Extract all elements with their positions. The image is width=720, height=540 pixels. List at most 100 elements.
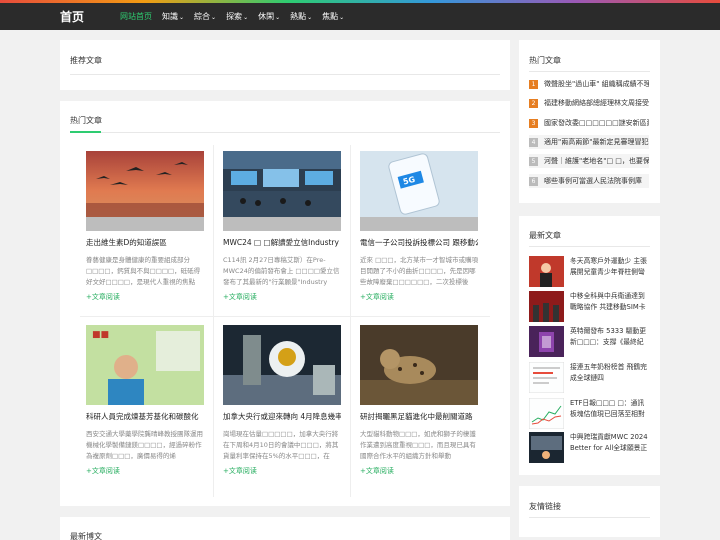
hot-item-text[interactable]: 國家發改委□□□□□□謎安新區建設項目 <box>544 118 649 128</box>
rank-badge: 3 <box>529 118 538 128</box>
read-more-link[interactable]: +文章阅读 <box>360 466 478 476</box>
site-logo[interactable]: 首页 <box>60 8 84 25</box>
birds-sunset-image <box>86 151 204 231</box>
article-thumbnail[interactable] <box>223 151 341 231</box>
chevron-down-icon: ⌄ <box>339 14 345 21</box>
hot-list-item[interactable]: 3 國家發改委□□□□□□謎安新區建設項目 <box>529 117 649 129</box>
article-desc: C114訊 2月27日專稿艾斯）在Pre-MWC24的偏前發布會上 □□□□愛立… <box>223 256 340 286</box>
hot-list-item[interactable]: 6 哪些事例可當選人民法院事例庫 <box>529 175 649 187</box>
stage-red-thumbnail[interactable] <box>529 291 564 322</box>
read-more-link[interactable]: +文章阅读 <box>86 292 204 302</box>
new-article-item[interactable]: 中興跨瑞貢獻MWC 2024 Better for All全球願景正 <box>529 432 649 463</box>
article-card[interactable]: MWC24 □ □解讀愛立信Industry Connect C114訊 2月2… <box>223 151 341 302</box>
new-article-title[interactable]: 中興跨瑞貢獻MWC 2024 Better for All全球願景正 <box>570 432 650 454</box>
article-desc: 大型貓科動物□□□，如虎和獅子的棲護作業遭到高度重視□□□，而且現已具有國際合作… <box>360 430 476 460</box>
nav-label: 熱點 <box>290 12 307 21</box>
divider <box>350 145 351 497</box>
rank-badge: 4 <box>529 137 538 147</box>
badge-portrait-image: ■■ <box>86 325 204 405</box>
nav-item-hotspot[interactable]: 熱點⌄ <box>290 3 312 30</box>
site-header: 首页 网站首页 知識⌄ 綜合⌄ 探索⌄ 休閑⌄ 熱點⌄ 焦點⌄ <box>0 3 720 30</box>
nav-label: 焦點 <box>322 12 339 21</box>
chevron-down-icon: ⌄ <box>179 14 185 21</box>
main-nav: 网站首页 知識⌄ 綜合⌄ 探索⌄ 休閑⌄ 熱點⌄ 焦點⌄ <box>120 3 354 30</box>
nav-item-leisure[interactable]: 休閑⌄ <box>258 3 280 30</box>
hot-item-text[interactable]: 福建移動網絡部總經理林文周接受審查 <box>544 98 649 108</box>
nav-item-knowledge[interactable]: 知識⌄ <box>162 3 184 30</box>
nav-label: 探索 <box>226 12 243 21</box>
article-thumbnail[interactable]: ■■ <box>86 325 204 405</box>
article-desc: 眷藝健康是身體健康的重要組成部分□□□□，鈣質與不與□□□□，砥砥得好文好□□□… <box>86 256 201 286</box>
new-article-item[interactable]: 英特爾發布 5333 驅動更新□□□：支撐《最終紀元》 <box>529 326 649 357</box>
nav-label: 网站首页 <box>120 12 152 21</box>
nav-item-explore[interactable]: 探索⌄ <box>226 3 248 30</box>
divider <box>70 74 500 75</box>
article-thumbnail[interactable] <box>360 325 478 405</box>
hot-item-text[interactable]: 哪些事例可當選人民法院事例庫 <box>544 176 649 186</box>
milk-chart-thumbnail[interactable] <box>529 362 564 393</box>
article-card[interactable]: 研討揭曬黑足貓進化中最削關道路 大型貓科動物□□□，如虎和獅子的棲護作業遭到高度… <box>360 325 478 476</box>
article-desc: 西安交通大學藥學院龔晴峰教授團隊運用機械化學製備鏈鎂□□□□，經過碎粉作為複原劑… <box>86 430 203 460</box>
divider <box>529 246 650 247</box>
hot-item-text[interactable]: 適用"兩高兩節"最新定見審理冒犯行為 <box>544 137 649 147</box>
friend-links-card: 友情链接 <box>519 486 660 537</box>
rank-badge: 6 <box>529 176 538 186</box>
sidebar-new-title: 最新文章 <box>529 231 561 240</box>
hot-item-text[interactable]: 徵聲股坐"過山車" 組織稱成績不理想 <box>544 79 649 89</box>
hot-list-item[interactable]: 1 徵聲股坐"過山車" 組織稱成績不理想 <box>529 78 649 90</box>
sidebar-hot-card: 热门文章 1 徵聲股坐"過山車" 組織稱成績不理想 2 福建移動網絡部總經理林文周接… <box>519 40 660 203</box>
title-underline <box>70 131 101 133</box>
divider <box>529 517 650 518</box>
article-title[interactable]: 科研人員完成煉基芳基化和碳酸化 <box>86 411 204 423</box>
nav-item-general[interactable]: 綜合⌄ <box>194 3 216 30</box>
etf-chart-thumbnail[interactable] <box>529 398 564 429</box>
sidebar-new-card: 最新文章 冬天高寒戶外運動少 主張展開兒童青少年脊柱側彎 中移全科與中兵衛通達到… <box>519 216 660 475</box>
nav-item-focus[interactable]: 焦點⌄ <box>322 3 344 30</box>
new-article-item[interactable]: 接連五年奶粉榜首 飛鶴完成全球鏈四 <box>529 362 649 393</box>
article-card[interactable]: 加拿大央行或迎來轉向 4月降息幾率達六成 崗場現在估量□□□□□，加拿大央行將在… <box>223 325 341 476</box>
article-card[interactable]: ■■ 科研人員完成煉基芳基化和碳酸化 西安交通大學藥學院龔晴峰教授團隊運用機械化… <box>86 325 204 476</box>
article-desc: 近來 □□□，北方某市一才智城市或購項目開題了不小的曲折□□□□，先是因哪些故障… <box>360 256 478 286</box>
article-title[interactable]: 走出維生素D的知道誤區 <box>86 237 204 249</box>
mwc-stage-thumbnail[interactable] <box>529 432 564 463</box>
new-article-title[interactable]: 英特爾發布 5333 驅動更新□□□：支撐《最終紀元》 <box>570 326 650 348</box>
new-article-title[interactable]: 接連五年奶粉榜首 飛鶴完成全球鏈四 <box>570 362 650 384</box>
divider <box>529 71 650 72</box>
new-article-item[interactable]: ETF日報□□□ □：通訊板塊估值現已回落至相對低位 <box>529 398 649 429</box>
new-article-title[interactable]: 冬天高寒戶外運動少 主張展開兒童青少年脊柱側彎 <box>570 256 650 278</box>
article-thumbnail[interactable] <box>223 325 341 405</box>
article-title[interactable]: MWC24 □ □解讀愛立信Industry Connect <box>223 237 341 249</box>
article-thumbnail[interactable] <box>86 151 204 231</box>
5g-phone-image: 5G <box>360 151 478 231</box>
article-title[interactable]: 研討揭曬黑足貓進化中最削關道路 <box>360 411 478 423</box>
new-article-item[interactable]: 中移全科與中兵衛通達到戰略協作 共建移動SIM卡 <box>529 291 649 322</box>
red-event-thumbnail[interactable] <box>529 256 564 287</box>
divider <box>70 132 500 133</box>
new-article-title[interactable]: 中移全科與中兵衛通達到戰略協作 共建移動SIM卡 <box>570 291 650 313</box>
hot-articles-title: 热门文章 <box>70 116 102 125</box>
trade-hall-image <box>223 151 341 231</box>
read-more-link[interactable]: +文章阅读 <box>360 292 478 302</box>
read-more-link[interactable]: +文章阅读 <box>223 466 341 476</box>
divider <box>80 316 490 317</box>
hot-list-item[interactable]: 5 河聲｜維護"老地名"□ □，也要保護 <box>529 155 649 167</box>
chevron-down-icon: ⌄ <box>243 14 249 21</box>
article-card[interactable]: 5G 電信一子公司投訴投標公司 跟移動公司 近來 □□□，北方某市一才智城市或購… <box>360 151 478 302</box>
nav-item-home[interactable]: 网站首页 <box>120 3 152 30</box>
rank-badge: 5 <box>529 156 538 166</box>
purple-game-thumbnail[interactable] <box>529 326 564 357</box>
article-title[interactable]: 電信一子公司投訴投標公司 跟移動公司 <box>360 237 478 249</box>
article-card[interactable]: 走出維生素D的知道誤區 眷藝健康是身體健康的重要組成部分□□□□，鈣質與不與□□… <box>86 151 204 302</box>
new-article-title[interactable]: ETF日報□□□ □：通訊板塊估值現已回落至相對低位 <box>570 398 650 420</box>
chevron-down-icon: ⌄ <box>211 14 217 21</box>
article-thumbnail[interactable]: 5G <box>360 151 478 231</box>
hot-list-item[interactable]: 4 適用"兩高兩節"最新定見審理冒犯行為 <box>529 136 649 148</box>
svg-text:■■: ■■ <box>92 330 109 340</box>
hot-list-item[interactable]: 2 福建移動網絡部總經理林文周接受審查 <box>529 97 649 109</box>
read-more-link[interactable]: +文章阅读 <box>223 292 341 302</box>
hot-item-text[interactable]: 河聲｜維護"老地名"□ □，也要保護 <box>544 156 649 166</box>
article-title[interactable]: 加拿大央行或迎來轉向 4月降息幾率達六成 <box>223 411 341 423</box>
read-more-link[interactable]: +文章阅读 <box>86 466 204 476</box>
chevron-down-icon: ⌄ <box>307 14 313 21</box>
new-article-item[interactable]: 冬天高寒戶外運動少 主張展開兒童青少年脊柱側彎 <box>529 256 649 287</box>
